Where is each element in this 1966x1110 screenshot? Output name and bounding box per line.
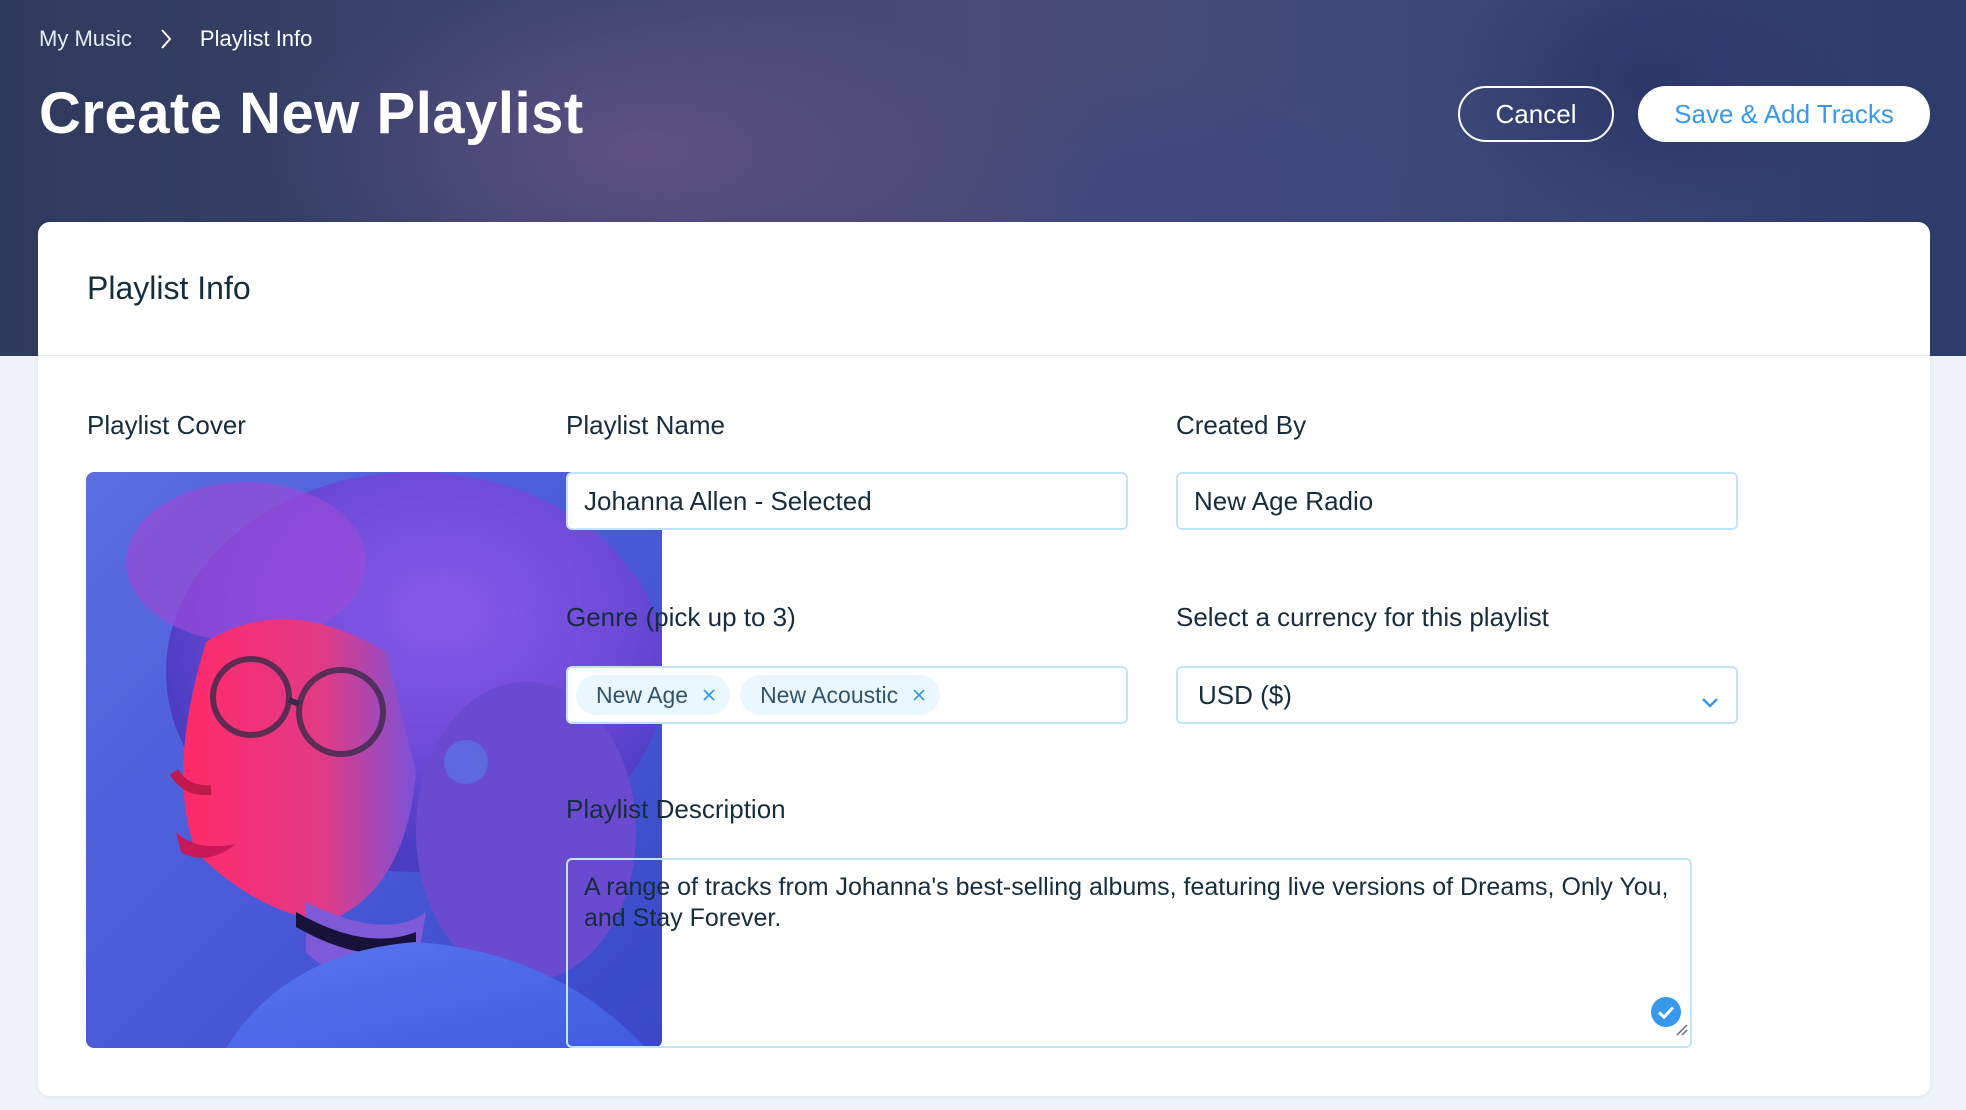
chevron-right-icon bbox=[160, 28, 172, 50]
page-title: Create New Playlist bbox=[39, 81, 584, 146]
created-by-value: New Age Radio bbox=[1194, 485, 1374, 516]
description-value: A range of tracks from Johanna's best-se… bbox=[584, 873, 1669, 932]
description-textarea[interactable]: A range of tracks from Johanna's best-se… bbox=[566, 858, 1692, 1048]
currency-select[interactable]: USD ($) bbox=[1176, 666, 1738, 724]
remove-tag-icon[interactable] bbox=[702, 688, 716, 702]
remove-tag-icon[interactable] bbox=[912, 688, 926, 702]
breadcrumb-current: Playlist Info bbox=[199, 26, 313, 51]
genre-tag-label: New Acoustic bbox=[760, 681, 899, 708]
playlist-name-value: Johanna Allen - Selected bbox=[584, 485, 872, 516]
genre-tag: New Age bbox=[576, 675, 731, 715]
playlist-name-input[interactable]: Johanna Allen - Selected bbox=[566, 472, 1128, 530]
save-add-tracks-button[interactable]: Save & Add Tracks bbox=[1638, 86, 1930, 142]
chevron-down-icon bbox=[1700, 686, 1720, 717]
description-label: Playlist Description bbox=[566, 794, 786, 824]
created-by-label: Created By bbox=[1176, 410, 1307, 440]
genre-tag: New Acoustic bbox=[740, 675, 941, 715]
breadcrumb-my-music[interactable]: My Music bbox=[39, 26, 132, 52]
card-header: Playlist Info bbox=[38, 222, 1930, 356]
genre-tag-input[interactable]: New Age New Acoustic bbox=[566, 666, 1128, 724]
currency-label: Select a currency for this playlist bbox=[1176, 602, 1549, 632]
playlist-cover-label: Playlist Cover bbox=[87, 410, 246, 440]
playlist-info-card: Playlist Info Playlist Cover Playlist Na… bbox=[38, 222, 1930, 1096]
playlist-name-label: Playlist Name bbox=[566, 410, 725, 440]
breadcrumb: My Music Playlist Info bbox=[39, 26, 312, 52]
genre-tag-label: New Age bbox=[596, 681, 689, 708]
currency-value: USD ($) bbox=[1198, 679, 1292, 710]
resize-handle-icon[interactable] bbox=[1674, 1013, 1688, 1044]
card-title: Playlist Info bbox=[87, 270, 251, 306]
cancel-button[interactable]: Cancel bbox=[1458, 86, 1614, 142]
created-by-input[interactable]: New Age Radio bbox=[1176, 472, 1738, 530]
genre-label: Genre (pick up to 3) bbox=[566, 602, 796, 632]
